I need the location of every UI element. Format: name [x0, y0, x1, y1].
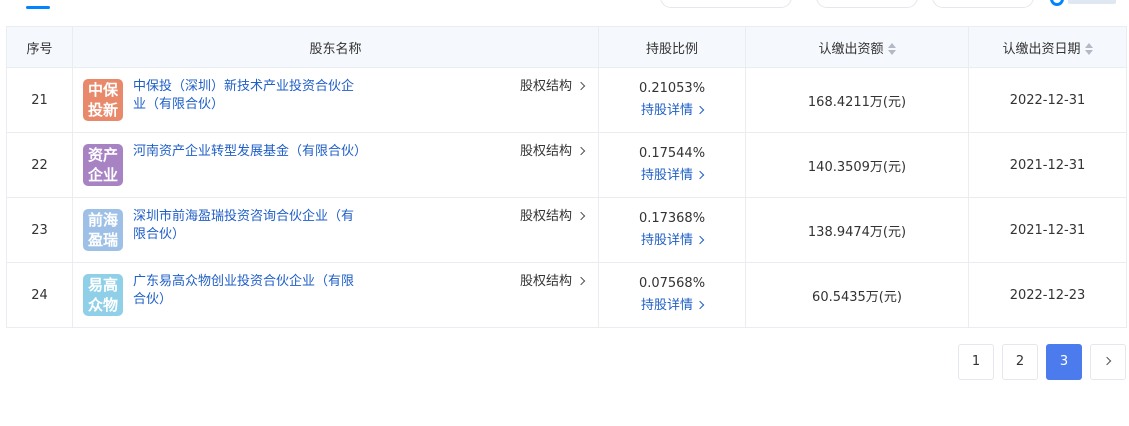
row-amount: 138.9474万(元): [745, 197, 969, 263]
holding-detail-label: 持股详情: [640, 233, 693, 248]
row-ratio-cell: 0.17368% 持股详情: [598, 197, 746, 263]
chevron-right-icon: [576, 146, 586, 156]
shareholder-name-link[interactable]: 深圳市前海盈瑞投资咨询合伙企业（有限合伙）: [133, 208, 363, 244]
header-amount-label: 认缴出资额: [818, 41, 884, 57]
shareholder-name-link[interactable]: 河南资产企业转型发展基金（有限合伙）: [133, 143, 367, 161]
header-amount[interactable]: 认缴出资额: [745, 26, 969, 68]
chevron-right-icon: [695, 105, 705, 115]
equity-structure-label: 股权结构: [519, 274, 572, 289]
holding-detail-label: 持股详情: [640, 298, 693, 313]
row-name-cell: 资产 企业 河南资产企业转型发展基金（有限合伙） 股权结构: [72, 132, 599, 198]
chevron-right-icon: [695, 170, 705, 180]
equity-structure-link[interactable]: 股权结构: [519, 273, 586, 291]
row-seq: 21: [6, 67, 73, 133]
row-name-cell: 中保 投新 中保投（深圳）新技术产业投资合伙企业（有限合伙） 股权结构: [72, 67, 599, 133]
row-date: 2022-12-23: [968, 262, 1127, 328]
shareholder-name-link[interactable]: 广东易高众物创业投资合伙企业（有限合伙）: [133, 273, 363, 309]
avatar-text-line1: 中保: [87, 81, 118, 99]
equity-structure-label: 股权结构: [519, 79, 572, 94]
holding-detail-link[interactable]: 持股详情: [599, 295, 745, 317]
row-amount: 140.3509万(元): [745, 132, 969, 198]
avatar-text-line2: 众物: [87, 296, 118, 314]
equity-structure-link[interactable]: 股权结构: [519, 143, 586, 161]
logo-mark-icon: [1050, 0, 1064, 6]
header-date-label: 认缴出资日期: [1002, 41, 1081, 57]
row-amount: 168.4211万(元): [745, 67, 969, 133]
company-avatar[interactable]: 中保 投新: [83, 79, 123, 121]
table-row: 23 前海 盈瑞 深圳市前海盈瑞投资咨询合伙企业（有限合伙） 股权结构 0.17…: [6, 197, 1127, 263]
holding-detail-link[interactable]: 持股详情: [599, 100, 745, 122]
equity-structure-link[interactable]: 股权结构: [519, 208, 586, 226]
row-seq: 24: [6, 262, 73, 328]
equity-structure-label: 股权结构: [519, 209, 572, 224]
row-seq: 23: [6, 197, 73, 263]
chevron-right-icon: [576, 81, 586, 91]
avatar-text-line1: 前海: [87, 211, 118, 229]
avatar-text-line1: 易高: [87, 276, 118, 294]
page-button-2[interactable]: 2: [1002, 344, 1038, 380]
chevron-right-icon: [695, 300, 705, 310]
row-date: 2022-12-31: [968, 67, 1127, 133]
equity-structure-link[interactable]: 股权结构: [519, 78, 586, 96]
header-date[interactable]: 认缴出资日期: [968, 26, 1127, 68]
chevron-right-icon: [1102, 356, 1111, 366]
filter-dropdown-2[interactable]: [816, 0, 918, 8]
holding-detail-label: 持股详情: [640, 168, 693, 183]
header-name: 股东名称: [72, 26, 599, 68]
chevron-right-icon: [695, 235, 705, 245]
row-ratio-cell: 0.21053% 持股详情: [598, 67, 746, 133]
table-row: 21 中保 投新 中保投（深圳）新技术产业投资合伙企业（有限合伙） 股权结构 0…: [6, 67, 1127, 133]
row-date: 2021-12-31: [968, 132, 1127, 198]
row-ratio-cell: 0.17544% 持股详情: [598, 132, 746, 198]
holding-detail-link[interactable]: 持股详情: [599, 165, 745, 187]
sort-icon[interactable]: [1084, 43, 1093, 55]
company-avatar[interactable]: 资产 企业: [83, 144, 123, 186]
filter-dropdown-3[interactable]: [932, 0, 1034, 8]
next-page-button[interactable]: [1090, 344, 1126, 380]
holding-detail-label: 持股详情: [640, 103, 693, 118]
table-header-row: 序号 股东名称 持股比例 认缴出资额 认缴出资日期: [6, 26, 1127, 68]
row-name-cell: 易高 众物 广东易高众物创业投资合伙企业（有限合伙） 股权结构: [72, 262, 599, 328]
holding-ratio: 0.17544%: [638, 146, 706, 161]
page-button-1[interactable]: 1: [958, 344, 994, 380]
header-ratio: 持股比例: [598, 26, 746, 68]
page-button-3-active[interactable]: 3: [1046, 344, 1082, 380]
avatar-text-line2: 投新: [87, 101, 118, 119]
chevron-right-icon: [576, 276, 586, 286]
row-ratio-cell: 0.07568% 持股详情: [598, 262, 746, 328]
row-date: 2021-12-31: [968, 197, 1127, 263]
equity-structure-label: 股权结构: [519, 144, 572, 159]
holding-ratio: 0.07568%: [638, 276, 706, 291]
company-avatar[interactable]: 前海 盈瑞: [83, 209, 123, 251]
avatar-text-line1: 资产: [87, 146, 118, 164]
table-row: 22 资产 企业 河南资产企业转型发展基金（有限合伙） 股权结构 0.17544…: [6, 132, 1127, 198]
row-name-cell: 前海 盈瑞 深圳市前海盈瑞投资咨询合伙企业（有限合伙） 股权结构: [72, 197, 599, 263]
holding-ratio: 0.17368%: [638, 211, 706, 226]
chevron-right-icon: [576, 211, 586, 221]
company-avatar[interactable]: 易高 众物: [83, 274, 123, 316]
sort-icon[interactable]: [887, 43, 896, 55]
brand-logo: [1050, 0, 1120, 6]
holding-ratio: 0.21053%: [638, 81, 706, 96]
filter-dropdown-1[interactable]: [660, 0, 792, 8]
avatar-text-line2: 盈瑞: [87, 231, 118, 249]
row-amount: 60.5435万(元): [745, 262, 969, 328]
row-seq: 22: [6, 132, 73, 198]
holding-detail-link[interactable]: 持股详情: [599, 230, 745, 252]
header-seq: 序号: [6, 26, 73, 68]
shareholder-name-link[interactable]: 中保投（深圳）新技术产业投资合伙企业（有限合伙）: [133, 78, 363, 114]
avatar-text-line2: 企业: [87, 166, 118, 184]
top-toolbar-strip: [0, 0, 1129, 26]
table-row: 24 易高 众物 广东易高众物创业投资合伙企业（有限合伙） 股权结构 0.075…: [6, 262, 1127, 328]
shareholder-table: 序号 股东名称 持股比例 认缴出资额 认缴出资日期 21 中保 投新 中保投（深…: [6, 26, 1127, 328]
active-tab-indicator: [26, 6, 50, 9]
